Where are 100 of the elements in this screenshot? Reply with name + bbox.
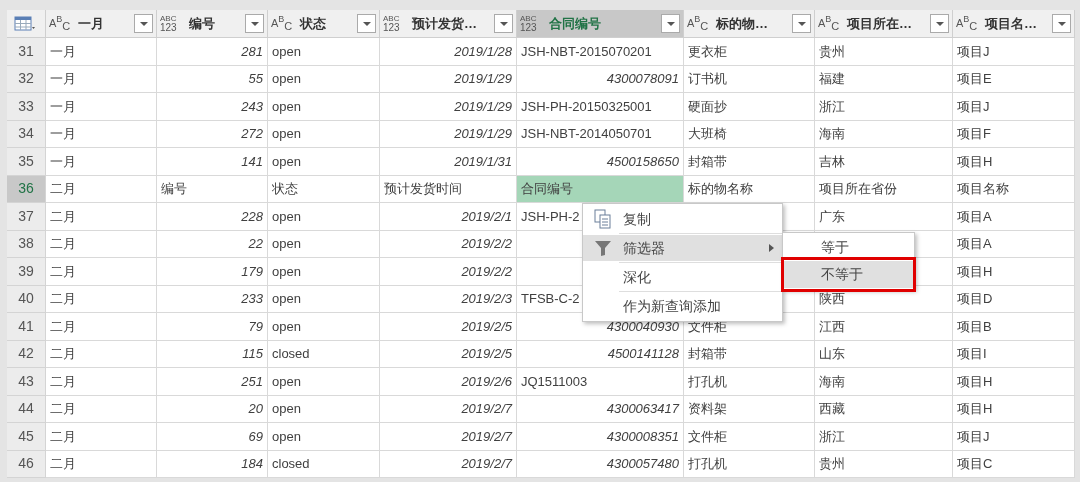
table-cell-text: 状态 — [272, 180, 298, 198]
table-cell-text: 一月 — [50, 125, 76, 143]
table-cell-text: 2019/2/5 — [461, 345, 512, 363]
table-cell-text: 一月 — [50, 42, 76, 61]
type-icon: ABC 123 — [383, 12, 407, 35]
table-cell-text: 陕西 — [819, 290, 845, 308]
table-cell-text: open — [272, 427, 301, 446]
table-cell-text: JSH-NBT-2014050701 — [521, 125, 652, 143]
selected-cell-text: 合同编号 — [521, 180, 573, 198]
table-cell-text: 4300078091 — [606, 70, 679, 88]
filter-dropdown-button[interactable] — [134, 14, 153, 33]
column-header[interactable]: ABC 123 合同编号 — [517, 10, 684, 38]
table-cell-text: 项目I — [957, 345, 987, 363]
row-number[interactable]: 39 — [7, 258, 46, 286]
table-cell-text: 项目D — [957, 290, 993, 308]
table-cell-text: 项目A — [957, 235, 992, 253]
table-cell-text: 二月 — [50, 235, 76, 253]
table-cell-text: 二月 — [50, 262, 76, 281]
row-number[interactable]: 45 — [7, 423, 46, 451]
row-number[interactable]: 38 — [7, 230, 46, 258]
table-cell-text: 打孔机 — [688, 372, 727, 391]
menu-item[interactable]: 复制 — [583, 206, 782, 232]
table-cell-text: 2019/1/29 — [454, 97, 512, 116]
row-number[interactable]: 31 — [7, 38, 46, 66]
table-cell-text: 一月 — [50, 152, 76, 171]
table-cell-text: 4300057480 — [606, 455, 679, 473]
row-number[interactable]: 37 — [7, 203, 46, 231]
column-title: 编号 — [188, 14, 216, 33]
table-cell-text: 贵州 — [819, 455, 845, 473]
table-cell-text: 281 — [241, 42, 263, 61]
caret-icon — [934, 20, 945, 27]
row-number[interactable]: 32 — [7, 65, 46, 93]
column-header[interactable]: ABC 123 编号 — [157, 10, 268, 38]
table-cell-text: 2019/1/29 — [454, 70, 512, 88]
row-number[interactable]: 41 — [7, 313, 46, 341]
table-cell-text: 一月 — [50, 70, 76, 88]
filter-dropdown-button[interactable] — [494, 14, 513, 33]
table-cell-text: TFSB-C-2 — [521, 290, 580, 308]
caret-icon — [361, 20, 372, 27]
column-title: 预计发货… — [411, 14, 478, 33]
table-cell-text: 二月 — [50, 455, 76, 473]
table-cell-text: 资料架 — [688, 400, 727, 418]
table-cell-text: 订书机 — [688, 70, 727, 88]
table-cell-text: 项目H — [957, 262, 993, 281]
menu-item[interactable]: 作为新查询添加 — [583, 293, 782, 319]
table-cell-text: 2019/2/2 — [461, 235, 512, 253]
table-cell-text: 233 — [241, 290, 263, 308]
table-cell-text: 2019/2/7 — [461, 427, 512, 446]
table-cell-text: 项目A — [957, 207, 992, 226]
table-cell-text: 广东 — [819, 207, 845, 226]
table-cell-text: 山东 — [819, 345, 845, 363]
filter-dropdown-button[interactable] — [357, 14, 376, 33]
row-number[interactable]: 42 — [7, 340, 46, 368]
table-cell-text: 海南 — [819, 125, 845, 143]
table-cell-text: 项目E — [957, 70, 992, 88]
table-cell-text: 预计发货时间 — [384, 180, 462, 198]
row-number[interactable]: 33 — [7, 93, 46, 121]
table-cell-text: open — [272, 235, 301, 253]
table-cell-text: 二月 — [50, 290, 76, 308]
copy-icon — [594, 209, 612, 229]
table-cell-text: 243 — [241, 97, 263, 116]
table-cell-text: closed — [272, 455, 310, 473]
table-cell-text: 228 — [241, 207, 263, 226]
table-cell-text: 一月 — [50, 97, 76, 116]
table-menu-icon[interactable] — [14, 15, 38, 32]
menu-item[interactable]: 筛选器 — [583, 235, 782, 261]
filter-dropdown-button[interactable] — [661, 14, 680, 33]
row-number[interactable]: 44 — [7, 395, 46, 423]
table-cell-text: 22 — [248, 235, 263, 253]
row-number[interactable]: 35 — [7, 148, 46, 176]
column-header[interactable]: ABC 123 预计发货… — [380, 10, 517, 38]
column-title: 项目名… — [984, 14, 1038, 33]
filter-dropdown-button[interactable] — [1052, 14, 1071, 33]
filter-dropdown-button[interactable] — [245, 14, 264, 33]
table-cell-text: 贵州 — [819, 42, 845, 61]
caret-icon — [249, 20, 260, 27]
row-number[interactable]: 40 — [7, 285, 46, 313]
caret-icon — [796, 20, 807, 27]
table-cell-text: 项目H — [957, 152, 993, 171]
table-cell-text: 硬面抄 — [688, 97, 727, 116]
table-cell-text: 福建 — [819, 70, 845, 88]
column-title: 标的物… — [715, 14, 769, 33]
table-cell-text: 封箱带 — [688, 152, 727, 171]
filter-dropdown-button[interactable] — [930, 14, 949, 33]
table-cell-text: 20 — [248, 400, 263, 418]
table-cell-text: 2019/2/7 — [461, 400, 512, 418]
table-cell-text: 浙江 — [819, 97, 845, 116]
filter-dropdown-button[interactable] — [792, 14, 811, 33]
table-cell-text: 项目H — [957, 372, 993, 391]
row-number[interactable]: 43 — [7, 368, 46, 396]
table-cell-text: 184 — [241, 455, 263, 473]
table-cell-text: 141 — [241, 152, 263, 171]
caret-icon — [138, 20, 149, 27]
table-cell-text: closed — [272, 345, 310, 363]
table-cell-text: 2019/2/1 — [461, 207, 512, 226]
row-number[interactable]: 34 — [7, 120, 46, 148]
row-number[interactable]: 46 — [7, 450, 46, 478]
table-cell-text: open — [272, 262, 301, 281]
row-number[interactable]: 36 — [7, 175, 46, 203]
table-cell-text: open — [272, 42, 301, 61]
